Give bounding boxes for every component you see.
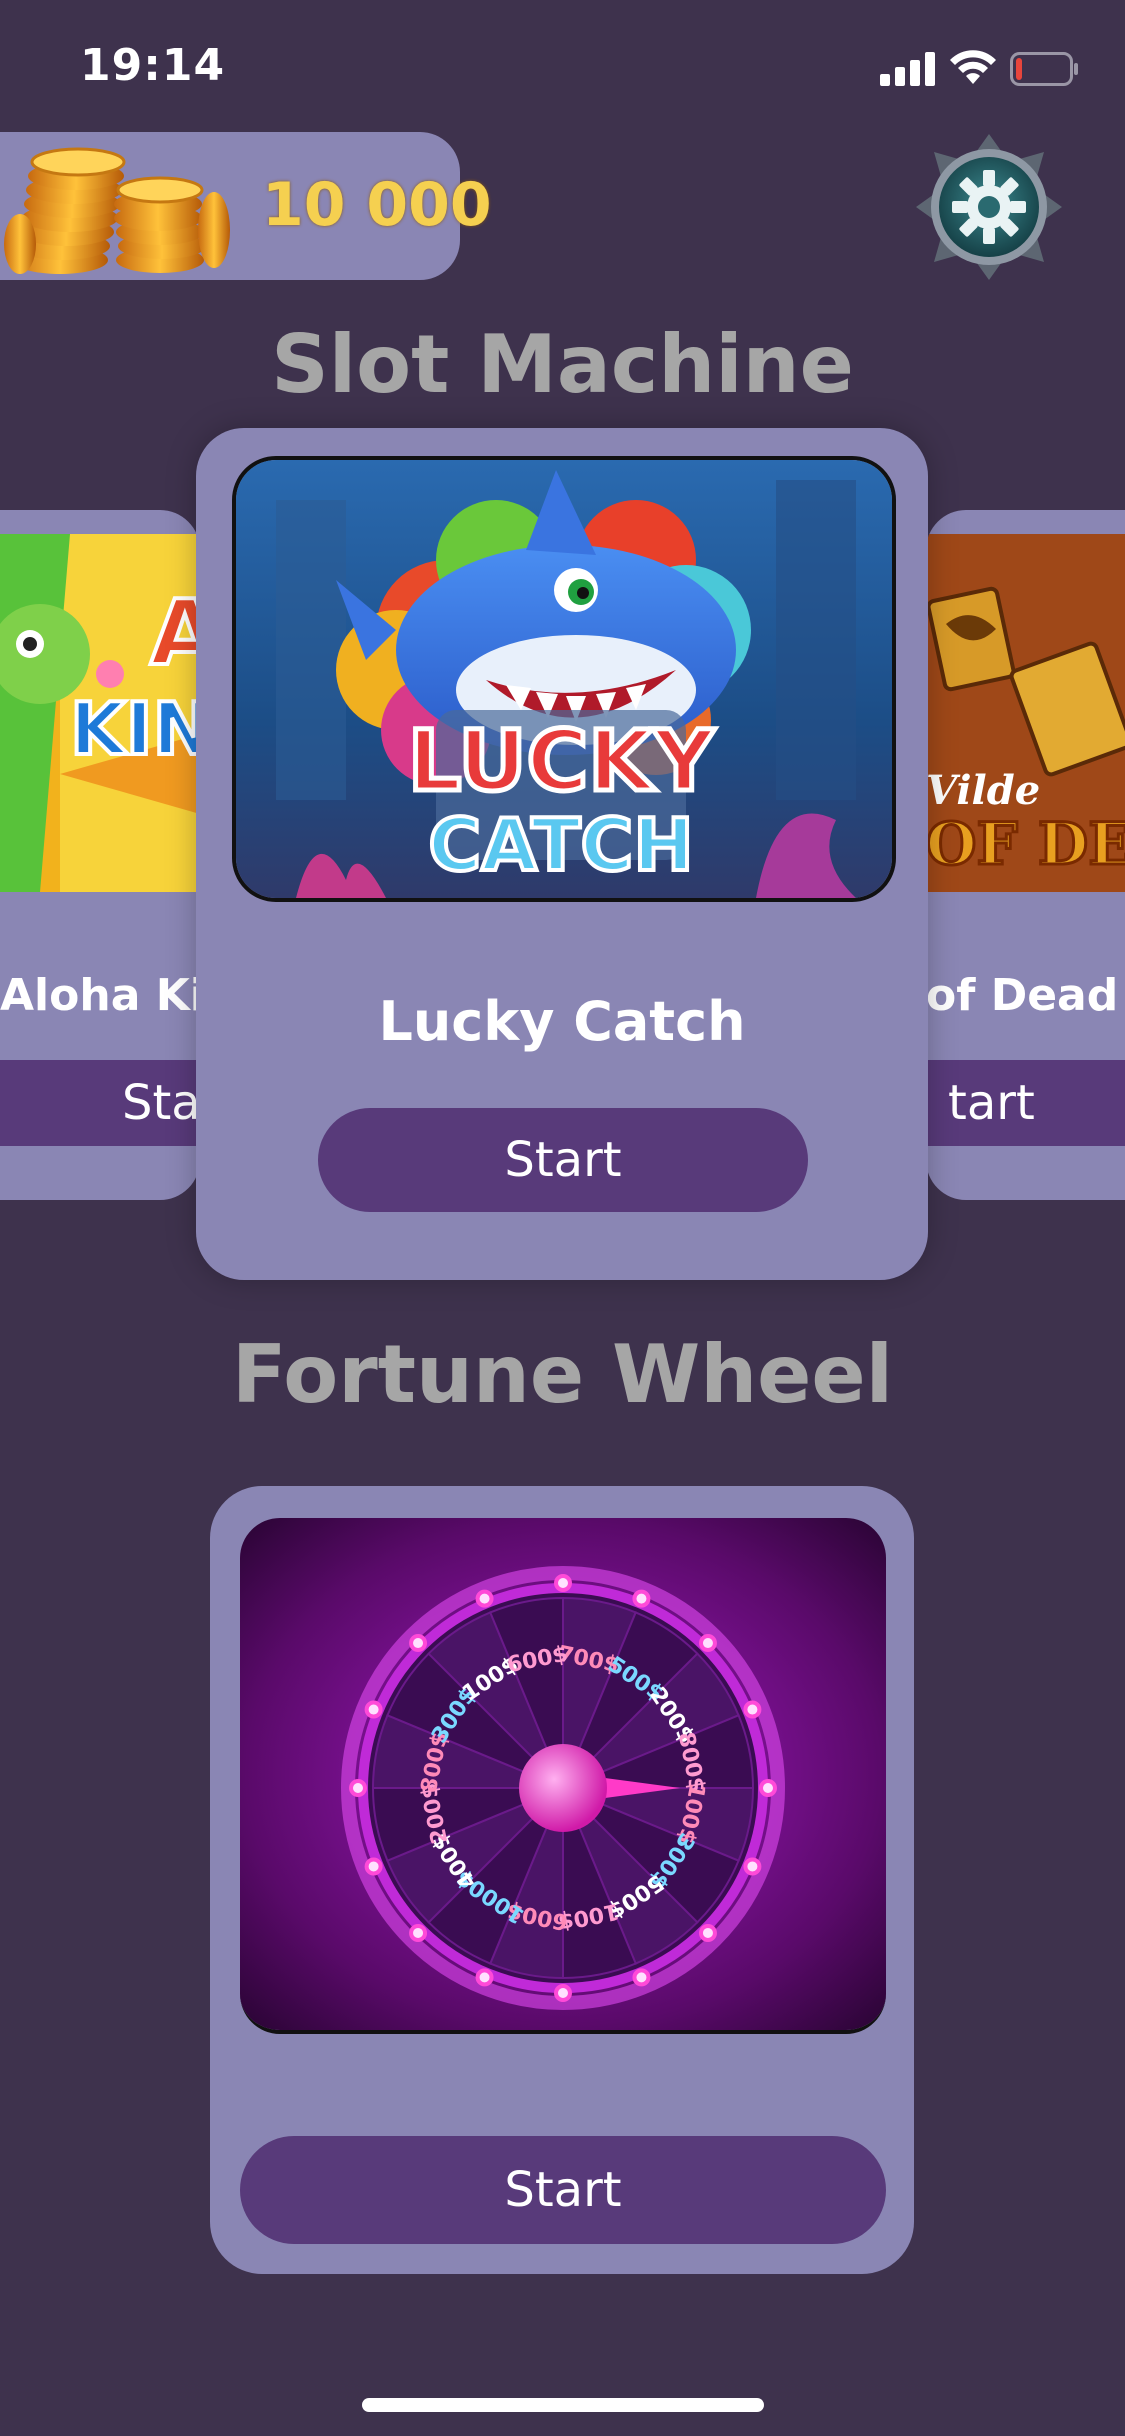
wifi-icon bbox=[950, 50, 996, 84]
coins-balance-value: 10 000 bbox=[262, 170, 492, 240]
svg-text:A: A bbox=[150, 581, 200, 686]
svg-text:KING: KING bbox=[70, 687, 200, 771]
svg-text:LUCKY: LUCKY bbox=[408, 712, 715, 810]
wheel-light bbox=[475, 1589, 494, 1608]
book-of-dead-start-button[interactable]: tart bbox=[926, 1060, 1125, 1146]
fortune-wheel-title: Fortune Wheel bbox=[231, 1328, 894, 1421]
wheel-light bbox=[743, 1857, 762, 1876]
wheel-light bbox=[364, 1700, 383, 1719]
wheel-light bbox=[632, 1589, 651, 1608]
svg-text:CATCH: CATCH bbox=[428, 803, 693, 887]
aloha-king-artwork: KING A bbox=[0, 534, 200, 892]
fortune-wheel-artwork: 700$ 500$ 200$ 800$ 100$ 300$ 500$ 100$ 600$ 1000… bbox=[240, 1518, 886, 2034]
wheel-light bbox=[759, 1779, 777, 1797]
wheel-light bbox=[475, 1968, 494, 1987]
home-indicator[interactable] bbox=[362, 2398, 764, 2412]
game-card-book-of-dead[interactable]: Vilde OF DEA of Dead tart bbox=[926, 510, 1125, 1200]
wheel-light bbox=[349, 1779, 367, 1797]
game-card-aloha-king[interactable]: KING A Aloha Kin Star bbox=[0, 510, 200, 1200]
wheel-light bbox=[364, 1857, 383, 1876]
game-title: Lucky Catch bbox=[378, 990, 746, 1053]
game-title: Aloha Kin bbox=[0, 970, 200, 1021]
book-of-dead-artwork: Vilde OF DEA bbox=[926, 534, 1125, 892]
slot-machine-title: Slot Machine bbox=[271, 318, 854, 411]
fortune-wheel-start-button[interactable]: Start bbox=[240, 2136, 886, 2244]
lucky-catch-start-button[interactable]: Start bbox=[318, 1108, 808, 1212]
wheel-light bbox=[698, 1634, 717, 1653]
wheel-light bbox=[554, 1984, 572, 2002]
wheel-light bbox=[409, 1634, 428, 1653]
lucky-catch-artwork: LUCKY CATCH bbox=[232, 456, 896, 902]
game-title: of Dead bbox=[926, 970, 1119, 1021]
aloha-king-start-button[interactable]: Star bbox=[0, 1060, 200, 1146]
wheel-light bbox=[632, 1968, 651, 1987]
settings-gear-button[interactable] bbox=[914, 132, 1064, 282]
status-time: 19:14 bbox=[80, 40, 226, 91]
signal-icon bbox=[880, 52, 935, 86]
wheel-light bbox=[698, 1923, 717, 1942]
wheel-light bbox=[409, 1923, 428, 1942]
wheel-light bbox=[554, 1574, 572, 1592]
coins-stack-icon bbox=[4, 147, 230, 274]
svg-text:OF DEA: OF DEA bbox=[926, 810, 1125, 878]
battery-icon bbox=[1010, 52, 1078, 86]
wheel-light bbox=[743, 1700, 762, 1719]
svg-text:Vilde: Vilde bbox=[926, 767, 1040, 814]
